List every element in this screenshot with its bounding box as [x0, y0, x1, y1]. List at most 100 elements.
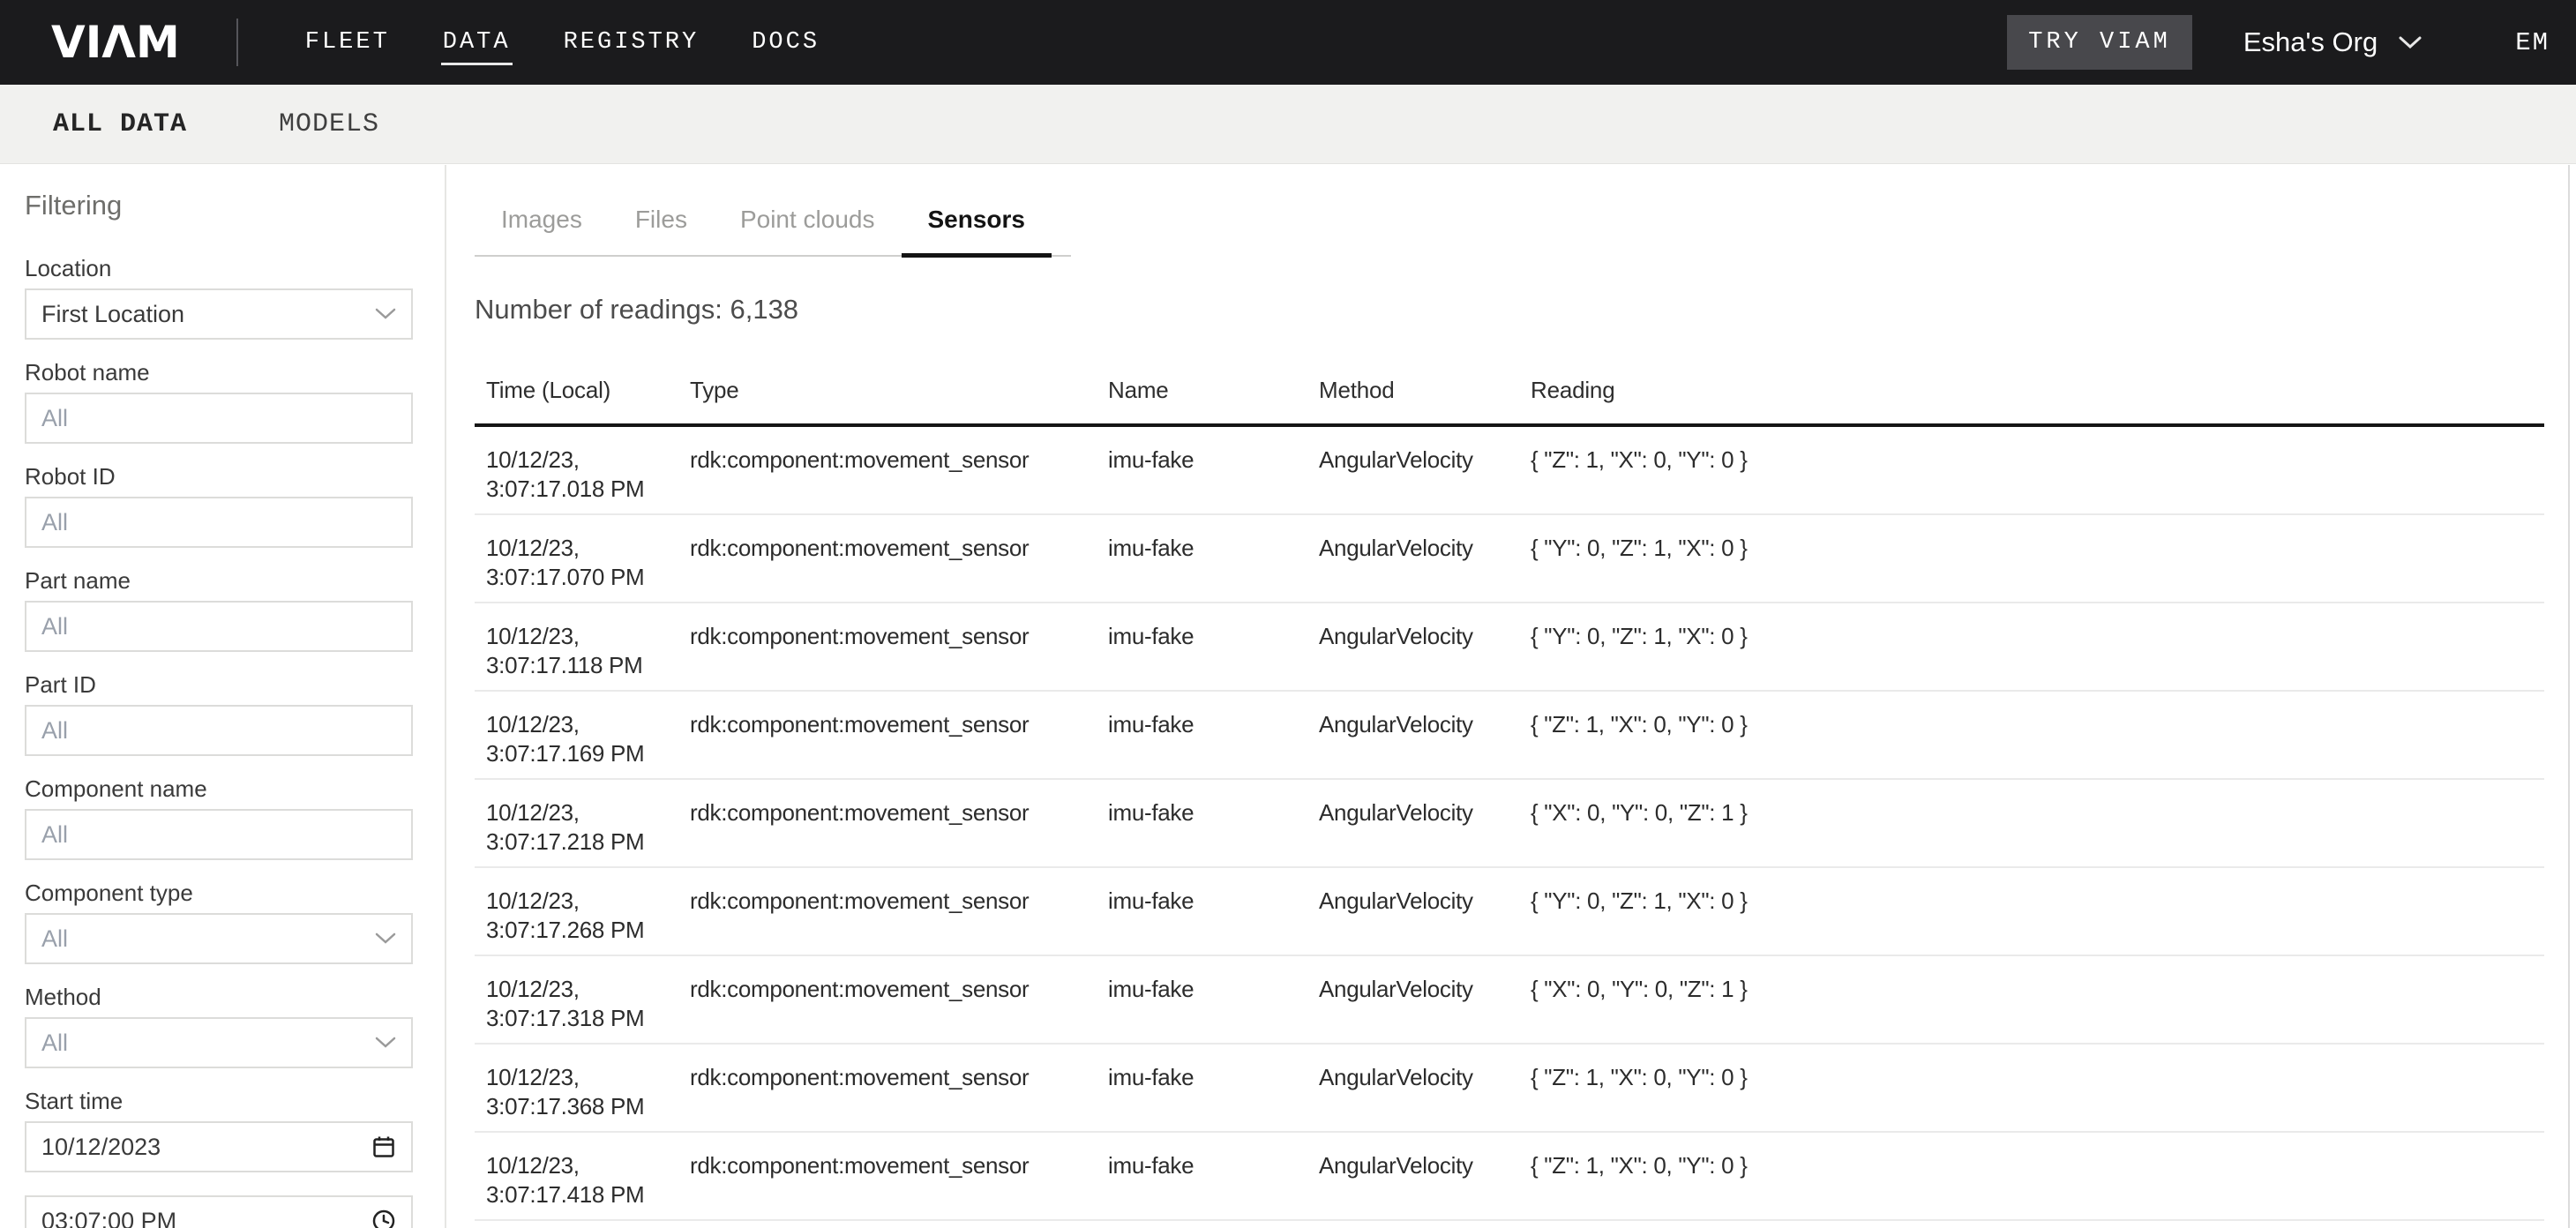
- calendar-icon[interactable]: [371, 1134, 396, 1159]
- start-clock-value: 03:07:00 PM: [41, 1208, 176, 1228]
- cell-time: 10/12/23, 3:07:17.318 PM: [475, 975, 690, 1033]
- filtering-title: Filtering: [25, 190, 413, 221]
- part-id-label: Part ID: [25, 671, 413, 698]
- filter-part-id: Part ID: [25, 671, 413, 756]
- cell-reading: { "X": 0, "Y": 0, "Z": 1 }: [1531, 975, 2544, 1033]
- cell-reading: { "Z": 1, "X": 0, "Y": 0 }: [1531, 1151, 2544, 1209]
- table-row[interactable]: 10/12/23, 3:07:17.318 PM rdk:component:m…: [475, 956, 2544, 1045]
- cell-method: AngularVelocity: [1319, 446, 1531, 504]
- method-value: All: [41, 1030, 68, 1057]
- cell-name: imu-fake: [1108, 1063, 1319, 1121]
- table-row[interactable]: 10/12/23, 3:07:17.218 PM rdk:component:m…: [475, 780, 2544, 868]
- component-type-label: Component type: [25, 880, 413, 906]
- cell-time: 10/12/23, 3:07:17.169 PM: [475, 710, 690, 768]
- start-date-input[interactable]: 10/12/2023: [25, 1121, 413, 1172]
- cell-type: rdk:component:movement_sensor: [690, 622, 1108, 680]
- component-name-input[interactable]: [25, 809, 413, 860]
- cell-name: imu-fake: [1108, 975, 1319, 1033]
- topbar-divider: [236, 19, 238, 66]
- filter-start-time: Start time 10/12/2023: [25, 1088, 413, 1172]
- tab-models[interactable]: MODELS: [279, 109, 379, 139]
- robot-name-input[interactable]: [25, 393, 413, 444]
- table-header-row: Time (Local) Type Name Method Reading: [475, 377, 2544, 427]
- filter-method: Method All: [25, 984, 413, 1068]
- cell-name: imu-fake: [1108, 1151, 1319, 1209]
- chevron-down-icon: [375, 932, 396, 945]
- chevron-down-icon: [2399, 36, 2422, 49]
- table-row[interactable]: 10/12/23, 3:07:17.418 PM rdk:component:m…: [475, 1133, 2544, 1221]
- cell-method: AngularVelocity: [1319, 710, 1531, 768]
- data-main-panel: Images Files Point clouds Sensors Number…: [448, 165, 2569, 1228]
- filter-component-name: Component name: [25, 775, 413, 860]
- table-row[interactable]: 10/12/23, 3:07:17.070 PM rdk:component:m…: [475, 515, 2544, 603]
- scrollbar-track[interactable]: [2568, 165, 2570, 1228]
- cell-type: rdk:component:movement_sensor: [690, 710, 1108, 768]
- cell-time: 10/12/23, 3:07:17.070 PM: [475, 534, 690, 592]
- column-header-reading: Reading: [1531, 377, 2544, 404]
- part-name-input[interactable]: [25, 601, 413, 652]
- method-label: Method: [25, 984, 413, 1010]
- top-navigation-bar: VIΛM FLEET DATA REGISTRY DOCS TRY VIAM E…: [0, 0, 2576, 85]
- tab-files[interactable]: Files: [609, 206, 714, 255]
- tab-sensors[interactable]: Sensors: [902, 206, 1052, 255]
- data-type-tabs: Images Files Point clouds Sensors: [475, 206, 1071, 257]
- cell-reading: { "Z": 1, "X": 0, "Y": 0 }: [1531, 710, 2544, 768]
- table-row[interactable]: 10/12/23, 3:07:17.169 PM rdk:component:m…: [475, 692, 2544, 780]
- sensor-readings-table: Time (Local) Type Name Method Reading 10…: [475, 377, 2544, 1221]
- cell-method: AngularVelocity: [1319, 622, 1531, 680]
- cell-time: 10/12/23, 3:07:17.268 PM: [475, 887, 690, 945]
- table-row[interactable]: 10/12/23, 3:07:17.118 PM rdk:component:m…: [475, 603, 2544, 692]
- column-header-time: Time (Local): [475, 377, 690, 404]
- filter-part-name: Part name: [25, 567, 413, 652]
- robot-name-label: Robot name: [25, 359, 413, 386]
- cell-time: 10/12/23, 3:07:17.218 PM: [475, 798, 690, 857]
- column-header-type: Type: [690, 377, 1108, 404]
- tab-point-clouds[interactable]: Point clouds: [714, 206, 902, 255]
- cell-time: 10/12/23, 3:07:17.118 PM: [475, 622, 690, 680]
- cell-type: rdk:component:movement_sensor: [690, 887, 1108, 945]
- filter-robot-id: Robot ID: [25, 463, 413, 548]
- avatar[interactable]: EM: [2515, 28, 2550, 57]
- cell-reading: { "Y": 0, "Z": 1, "X": 0 }: [1531, 534, 2544, 592]
- cell-method: AngularVelocity: [1319, 534, 1531, 592]
- org-switcher[interactable]: Esha's Org: [2243, 26, 2422, 58]
- component-name-label: Component name: [25, 775, 413, 802]
- cell-type: rdk:component:movement_sensor: [690, 446, 1108, 504]
- component-type-select[interactable]: All: [25, 913, 413, 964]
- method-select[interactable]: All: [25, 1017, 413, 1068]
- topbar-right-group: TRY VIAM Esha's Org EM: [2007, 15, 2550, 70]
- tab-all-data[interactable]: ALL DATA: [53, 109, 187, 139]
- table-row[interactable]: 10/12/23, 3:07:17.018 PM rdk:component:m…: [475, 427, 2544, 515]
- robot-id-input[interactable]: [25, 497, 413, 548]
- cell-type: rdk:component:movement_sensor: [690, 534, 1108, 592]
- primary-nav: FLEET DATA REGISTRY DOCS: [303, 20, 871, 65]
- table-row[interactable]: 10/12/23, 3:07:17.268 PM rdk:component:m…: [475, 868, 2544, 956]
- tab-images[interactable]: Images: [475, 206, 609, 255]
- cell-method: AngularVelocity: [1319, 798, 1531, 857]
- try-viam-button[interactable]: TRY VIAM: [2007, 15, 2192, 70]
- cell-reading: { "X": 0, "Y": 0, "Z": 1 }: [1531, 798, 2544, 857]
- location-select[interactable]: First Location: [25, 288, 413, 340]
- nav-item-registry[interactable]: REGISTRY: [562, 20, 701, 65]
- filter-start-time-clock: 03:07:00 PM: [25, 1195, 413, 1228]
- part-id-input[interactable]: [25, 705, 413, 756]
- nav-item-data[interactable]: DATA: [441, 20, 513, 65]
- cell-type: rdk:component:movement_sensor: [690, 1151, 1108, 1209]
- start-date-value: 10/12/2023: [41, 1134, 161, 1161]
- location-value: First Location: [41, 301, 184, 328]
- cell-name: imu-fake: [1108, 710, 1319, 768]
- location-label: Location: [25, 255, 413, 281]
- cell-reading: { "Z": 1, "X": 0, "Y": 0 }: [1531, 1063, 2544, 1121]
- chevron-down-icon: [375, 1037, 396, 1049]
- filtering-sidebar: Filtering Location First Location Robot …: [0, 165, 446, 1228]
- chevron-down-icon: [375, 308, 396, 320]
- data-subnav: ALL DATA MODELS: [0, 85, 2576, 164]
- table-row[interactable]: 10/12/23, 3:07:17.368 PM rdk:component:m…: [475, 1045, 2544, 1133]
- clock-icon[interactable]: [371, 1209, 396, 1228]
- viam-logo[interactable]: VIΛM: [51, 17, 180, 68]
- cell-method: AngularVelocity: [1319, 1063, 1531, 1121]
- nav-item-fleet[interactable]: FLEET: [303, 20, 392, 65]
- filter-robot-name: Robot name: [25, 359, 413, 444]
- nav-item-docs[interactable]: DOCS: [750, 20, 821, 65]
- start-clock-input[interactable]: 03:07:00 PM: [25, 1195, 413, 1228]
